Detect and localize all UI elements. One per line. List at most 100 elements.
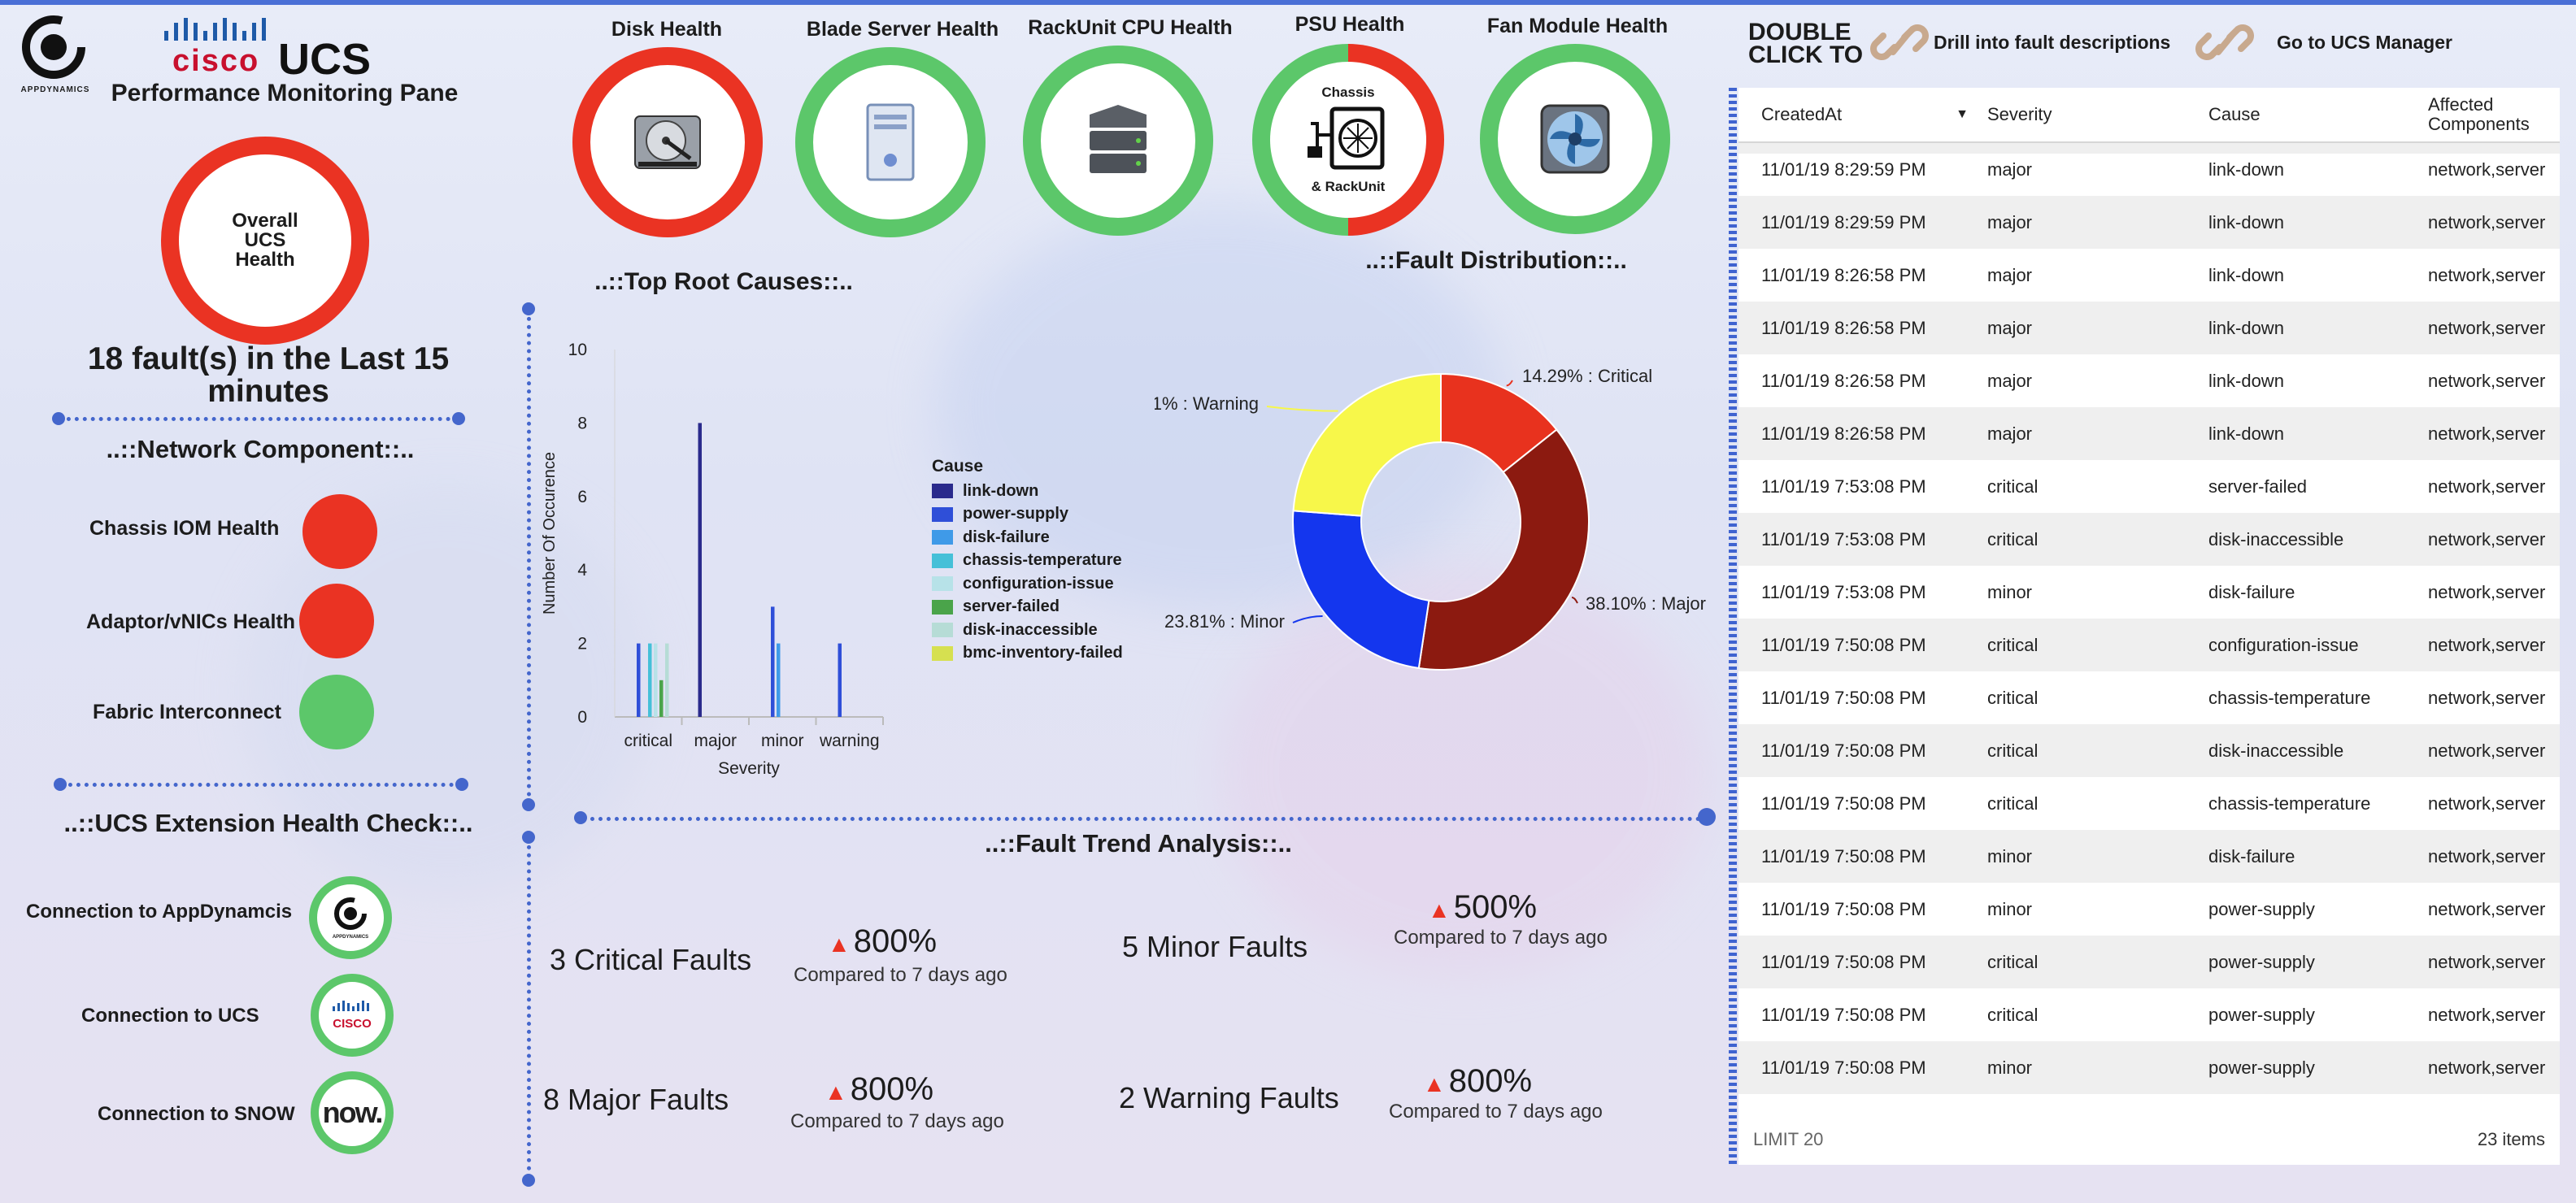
fan-module-health-ring[interactable] <box>1480 44 1670 234</box>
connection-snow-status[interactable]: now. <box>311 1071 394 1154</box>
legend-item[interactable]: disk-failure <box>932 526 1143 549</box>
cell-createdat: 11/01/19 8:26:58 PM <box>1761 317 1926 338</box>
table-row[interactable]: 11/01/19 7:50:08 PM critical chassis-tempe… <box>1738 671 2560 724</box>
cell-createdat: 11/01/19 7:50:08 PM <box>1761 1004 1926 1025</box>
top-root-causes-title: ..::Top Root Causes::.. <box>594 268 853 295</box>
x-tick-label: minor <box>761 732 804 750</box>
cisco-logo-icon: CISCO <box>331 1000 373 1031</box>
legend-item[interactable]: power-supply <box>932 503 1143 527</box>
psu-health-ring[interactable]: Chassis & RackUnit <box>1252 44 1444 236</box>
y-tick-label: 10 <box>568 341 587 359</box>
cell-createdat: 11/01/19 7:50:08 PM <box>1761 687 1926 708</box>
cell-severity: critical <box>1987 687 2039 708</box>
cell-createdat: 11/01/19 8:29:59 PM <box>1761 159 1926 180</box>
cell-cause: disk-inaccessible <box>2208 528 2344 549</box>
cell-createdat: 11/01/19 8:26:58 PM <box>1761 370 1926 391</box>
column-header-severity[interactable]: Severity <box>1987 88 2052 141</box>
cell-severity: minor <box>1987 1057 2033 1078</box>
appdynamics-logo-icon <box>22 15 85 79</box>
table-row[interactable]: 11/01/19 8:26:58 PM major link-down network… <box>1738 249 2560 302</box>
cell-createdat: 11/01/19 8:26:58 PM <box>1761 423 1926 444</box>
legend-label: configuration-issue <box>963 574 1114 593</box>
warning-faults-change: ▲ 800% <box>1423 1063 1533 1099</box>
cell-affected-components: network,server <box>2428 845 2546 866</box>
ucs-manager-link-label[interactable]: Go to UCS Manager <box>2277 32 2452 54</box>
connection-appdynamics-status[interactable]: APPDYNAMICS <box>309 876 392 959</box>
cell-createdat: 11/01/19 7:50:08 PM <box>1761 634 1926 655</box>
fabric-interconnect-indicator[interactable] <box>299 675 374 749</box>
blade-server-health-title: Blade Server Health <box>806 18 999 41</box>
legend-label: chassis-temperature <box>963 551 1122 570</box>
separator-dot <box>1698 808 1716 826</box>
cell-severity: major <box>1987 423 2033 444</box>
table-row[interactable]: 11/01/19 7:53:08 PM critical server-failed… <box>1738 460 2560 513</box>
donut-leader-line <box>1571 597 1578 604</box>
minor-faults-count: 5 Minor Faults <box>1122 930 1308 963</box>
table-row[interactable]: 11/01/19 7:50:08 PM critical power-supply n… <box>1738 936 2560 988</box>
legend-item[interactable]: bmc-inventory-failed <box>932 642 1143 666</box>
cell-severity: minor <box>1987 898 2033 919</box>
legend-swatch <box>932 506 953 522</box>
legend-swatch <box>932 576 953 592</box>
column-header-cause[interactable]: Cause <box>2208 88 2261 141</box>
column-header-createdat[interactable]: CreatedAt ▼ <box>1761 88 1969 141</box>
cell-createdat: 11/01/19 8:29:59 PM <box>1761 211 1926 232</box>
disk-health-ring[interactable] <box>572 47 763 237</box>
bar-disk-inaccessible-critical <box>665 643 669 717</box>
donut-label-critical: 14.29% : Critical <box>1522 366 1652 386</box>
legend-item[interactable]: chassis-temperature <box>932 549 1143 573</box>
table-row[interactable]: 11/01/19 8:26:58 PM major link-down network… <box>1738 407 2560 460</box>
network-component-title: ..::Network Component::.. <box>106 435 415 463</box>
table-row[interactable]: 11/01/19 8:29:59 PM major link-down network… <box>1738 196 2560 249</box>
table-row[interactable]: 11/01/19 7:50:08 PM minor disk-failure netw… <box>1738 830 2560 883</box>
table-row[interactable]: 11/01/19 7:50:08 PM critical power-supply n… <box>1738 988 2560 1041</box>
table-row[interactable]: 11/01/19 7:50:08 PM minor power-supply netw… <box>1738 883 2560 936</box>
cell-createdat: 11/01/19 7:50:08 PM <box>1761 898 1926 919</box>
table-row[interactable]: 11/01/19 8:26:58 PM major link-down network… <box>1738 354 2560 407</box>
major-faults-change: ▲ 800% <box>825 1071 934 1107</box>
table-row[interactable]: 11/01/19 7:50:08 PM critical disk-inaccess… <box>1738 724 2560 777</box>
table-row[interactable]: 11/01/19 8:26:58 PM major link-down network… <box>1738 302 2560 354</box>
connection-ucs-status[interactable]: CISCO <box>311 974 394 1057</box>
drill-into-fault-descriptions-link[interactable]: Drill into fault descriptions <box>1870 16 2170 68</box>
blade-server-icon <box>866 103 915 181</box>
column-header-affected-components[interactable]: Affected Components <box>2428 88 2550 141</box>
table-row[interactable]: 11/01/19 7:50:08 PM minor power-supply netw… <box>1738 1041 2560 1094</box>
table-header: CreatedAt ▼ Severity Cause Affected Compo… <box>1738 88 2560 143</box>
x-tick-label: critical <box>624 732 672 750</box>
cell-cause: power-supply <box>2208 951 2315 972</box>
warning-faults-count: 2 Warning Faults <box>1119 1081 1339 1114</box>
cell-affected-components: network,server <box>2428 476 2546 497</box>
legend-swatch <box>932 484 953 499</box>
chassis-iom-health-indicator[interactable] <box>302 494 377 569</box>
sort-desc-icon[interactable]: ▼ <box>1956 107 1969 122</box>
overall-ucs-health-ring[interactable]: Overall UCS Health <box>161 137 369 345</box>
cell-severity: major <box>1987 211 2033 232</box>
table-row[interactable]: 11/01/19 7:50:08 PM critical chassis-tempe… <box>1738 777 2560 830</box>
legend-item[interactable]: configuration-issue <box>932 572 1143 596</box>
blade-server-health-ring[interactable] <box>795 47 986 237</box>
cell-cause: link-down <box>2208 264 2284 285</box>
table-row[interactable]: 11/01/19 7:53:08 PM minor disk-failure netw… <box>1738 566 2560 619</box>
separator-dot <box>522 1174 535 1187</box>
table-row[interactable]: 11/01/19 8:29:59 PM major link-down network… <box>1738 143 2560 196</box>
rackunit-cpu-health-ring[interactable] <box>1023 46 1213 236</box>
network-separator <box>59 417 459 421</box>
cell-cause: disk-failure <box>2208 845 2295 866</box>
cell-cause: configuration-issue <box>2208 634 2359 655</box>
cell-createdat: 11/01/19 7:50:08 PM <box>1761 845 1926 866</box>
table-row[interactable]: 11/01/19 7:53:08 PM critical disk-inaccess… <box>1738 513 2560 566</box>
table-row[interactable]: 11/01/19 7:50:08 PM critical configuration… <box>1738 619 2560 671</box>
go-to-ucs-manager-link[interactable]: Go to UCS Manager <box>2195 16 2452 68</box>
adaptor-vnics-health-indicator[interactable] <box>299 584 374 658</box>
extension-health-title: ..::UCS Extension Health Check::.. <box>63 809 473 837</box>
legend-item[interactable]: disk-inaccessible <box>932 619 1143 642</box>
major-faults-comparison: Compared to 7 days ago <box>790 1110 1004 1132</box>
cell-severity: critical <box>1987 740 2039 761</box>
legend-item[interactable]: server-failed <box>932 596 1143 619</box>
cell-affected-components: network,server <box>2428 317 2546 338</box>
drill-link-label[interactable]: Drill into fault descriptions <box>1934 32 2170 54</box>
legend-item[interactable]: link-down <box>932 480 1143 503</box>
fault-trend-title: ..::Fault Trend Analysis::.. <box>985 829 1292 858</box>
critical-faults-change: ▲ 800% <box>828 923 938 959</box>
